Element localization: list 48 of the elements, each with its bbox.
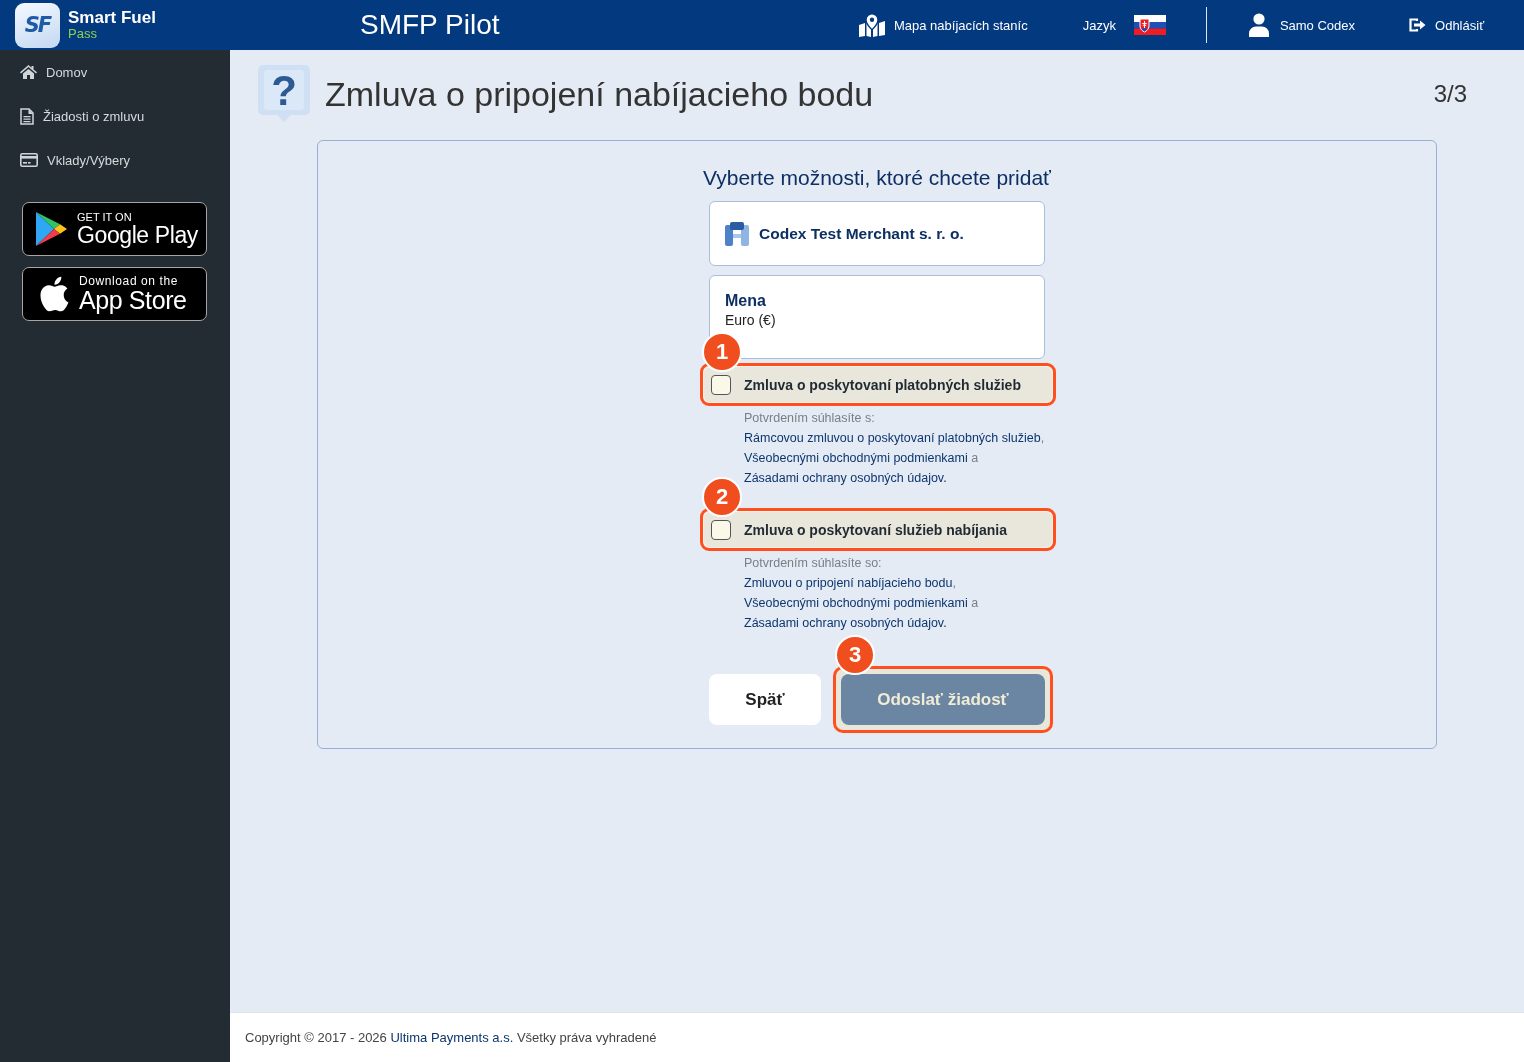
consent-text: Potvrdením súhlasíte s: Rámcovou zmluvou o poskytovaní platobných služieb, Všeobecnými obchodnými podmienkami a Zásadami ochrany osobných údajov. (744, 410, 1045, 487)
currency-value: Euro (€) (725, 311, 777, 329)
document-icon (20, 107, 34, 125)
apple-icon (39, 276, 69, 312)
step-counter: 3/3 (1433, 80, 1467, 108)
back-button[interactable]: Späť (709, 674, 821, 725)
language-selector[interactable]: Jazyk (1082, 15, 1166, 35)
user-link[interactable]: Samo Codex (1248, 13, 1356, 37)
brand-name: Smart Fuel (68, 9, 156, 28)
app-store-button[interactable]: Download on the App Store (22, 267, 207, 321)
brand-tagline: Pass (68, 27, 98, 41)
document-link[interactable]: Rámcovou zmluvou o poskytovaní platobných služieb (744, 431, 1041, 445)
merchant-name: Codex Test Merchant s. r. o. (759, 224, 964, 243)
google-play-button[interactable]: GET IT ON Google Play (22, 202, 207, 256)
document-link[interactable]: Zásadami ochrany osobných údajov. (744, 471, 947, 485)
building-icon (725, 221, 749, 246)
option-label: Zmluva o poskytovaní platobných služieb (744, 376, 1021, 393)
copyright-text: Copyright © 2017 - 2026 Ultima Payments a.s. Všetky práva vyhradené (245, 1030, 657, 1045)
checkbox[interactable] (711, 519, 731, 540)
currency-label: Mena (725, 291, 767, 311)
logout-link[interactable]: Odhlásiť (1409, 17, 1484, 33)
map-link[interactable]: Mapa nabíjacích staníc (858, 13, 1028, 37)
logout-icon (1409, 18, 1427, 32)
sidebar-item[interactable]: Žiadosti o zmluvu (0, 94, 230, 138)
page-title: Zmluva o pripojení nabíjacieho bodu (325, 74, 875, 114)
app-title: SMFP Pilot (360, 9, 500, 41)
map-pin-icon (858, 13, 885, 37)
company-link[interactable]: Ultima Payments a.s. (390, 1030, 514, 1045)
option-label: Zmluva o poskytovaní služieb nabíjania (744, 521, 1007, 538)
card-icon (20, 153, 38, 167)
sidebar-item[interactable]: Vklady/Výbery (0, 138, 230, 182)
callout-marker: 2 (702, 477, 742, 517)
option-row[interactable]: Zmluva o poskytovaní služieb nabíjania (704, 512, 1052, 547)
user-icon (1248, 13, 1269, 37)
option-row[interactable]: Zmluva o poskytovaní platobných služieb (704, 367, 1052, 402)
callout-marker: 3 (835, 635, 875, 675)
consent-text: Potvrdením súhlasíte so: Zmluvou o pripojení nabíjacieho bodu, Všeobecnými obchodnými podmienkami a Zásadami ochrany osobných údajov. (744, 555, 980, 632)
logo-mark: SF (15, 2, 60, 48)
play-triangle-icon (35, 211, 67, 247)
checkbox[interactable] (711, 374, 731, 395)
sidebar-item[interactable]: Domov (0, 50, 230, 94)
document-link[interactable]: Všeobecnými obchodnými podmienkami (744, 596, 968, 610)
flag-icon (1133, 15, 1166, 35)
callout-marker: 1 (702, 332, 742, 372)
document-link[interactable]: Všeobecnými obchodnými podmienkami (744, 451, 968, 465)
home-icon (20, 65, 37, 79)
document-link[interactable]: Zásadami ochrany osobných údajov. (744, 616, 947, 630)
form-heading: Vyberte možnosti, ktoré chcete pridať (703, 166, 1051, 190)
